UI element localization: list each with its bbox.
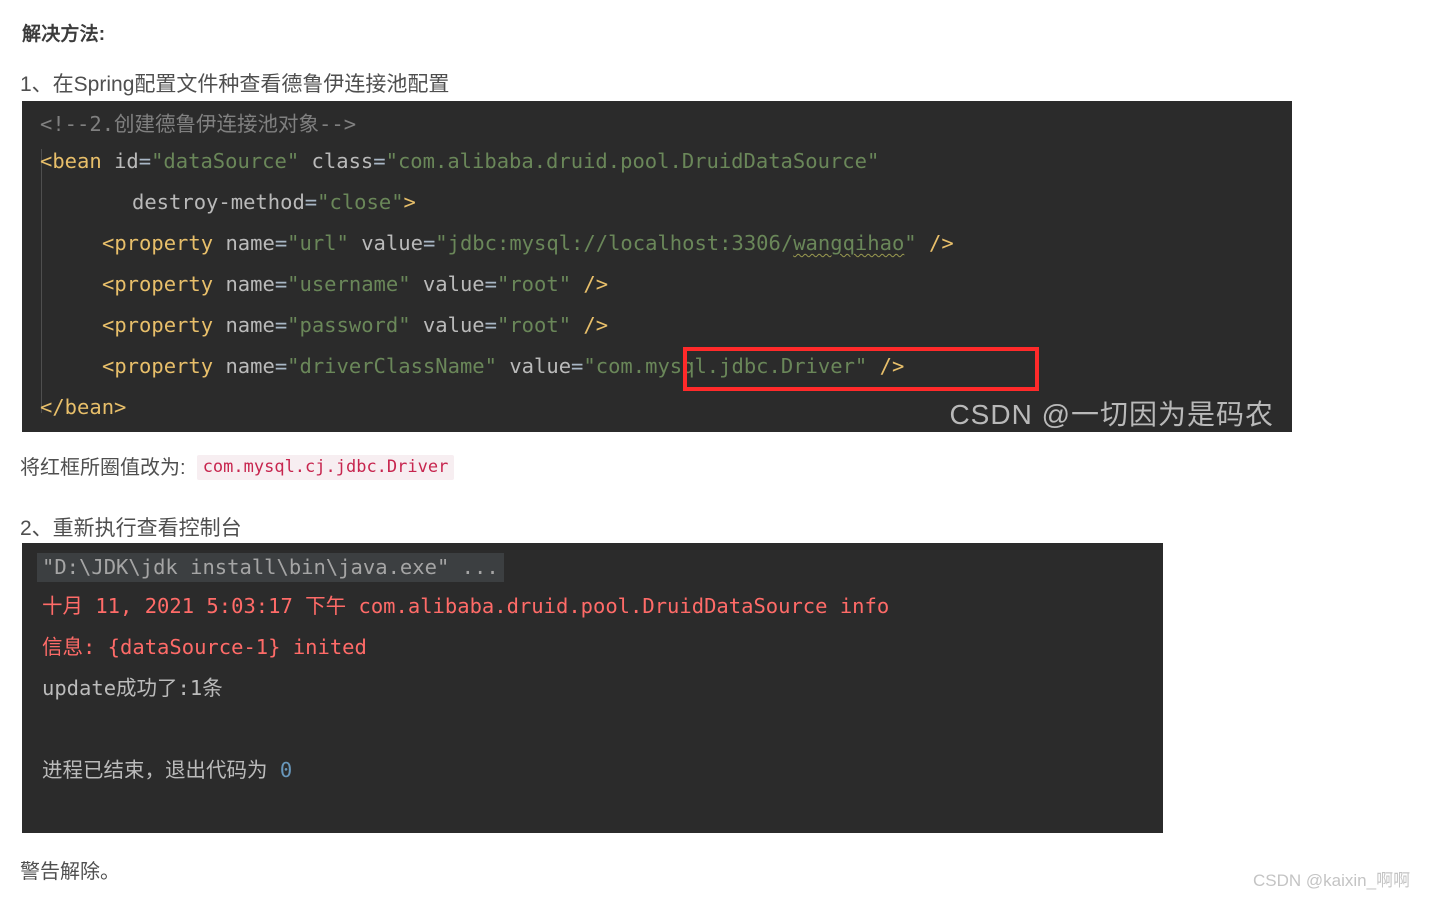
fix-instruction-label: 将红框所圈值改为: <box>20 457 186 479</box>
page-title: 解决方法: <box>22 24 106 45</box>
code-token-equals: = <box>422 231 436 255</box>
code-token-value: "url" <box>287 231 349 255</box>
console-output-block: "D:\JDK\jdk install\bin\java.exe" ... 十月… <box>22 543 1163 833</box>
code-token-tag: </bean> <box>40 395 127 419</box>
step-1-heading: 1、在Spring配置文件种查看德鲁伊连接池配置 <box>20 73 450 96</box>
console-log-line: 信息: {dataSource-1} inited <box>42 635 367 659</box>
code-token-attr: name <box>225 231 275 255</box>
code-token-equals: = <box>373 149 386 173</box>
console-output-line: update成功了:1条 <box>42 676 223 700</box>
code-line: </bean> <box>40 395 126 419</box>
code-token-tag: <property <box>102 272 214 296</box>
code-token-equals: = <box>304 190 318 214</box>
code-line: <bean id="dataSource" class="com.alibaba… <box>40 149 879 173</box>
code-line: <property name="username" value="root" /… <box>102 272 608 296</box>
console-exit-line: 进程已结束，退出代码为 0 <box>42 758 292 782</box>
code-token-equals: = <box>571 354 584 378</box>
code-token-value: "com.alibaba.druid.pool.DruidDataSource" <box>385 149 880 173</box>
code-token-equals: = <box>138 149 152 173</box>
code-block-watermark: CSDN @一切因为是码农 <box>949 399 1274 430</box>
step-2-heading: 2、重新执行查看控制台 <box>20 517 242 540</box>
code-token-attr: class <box>311 149 374 173</box>
code-token-attr: value <box>422 272 485 296</box>
code-token-tag: <property <box>102 354 214 378</box>
conclusion-text: 警告解除。 <box>20 861 120 883</box>
xml-code-block: <!--2.创建德鲁伊连接池对象--> <bean id="dataSource… <box>22 101 1292 432</box>
indent-guide <box>41 149 42 413</box>
code-token-equals: = <box>484 313 497 337</box>
code-token-attr: name <box>225 354 275 378</box>
code-token-value: "password" <box>287 313 411 337</box>
code-token-value: "dataSource" <box>151 149 300 173</box>
code-token-equals: = <box>274 313 288 337</box>
console-exit-label: 进程已结束，退出代码为 <box>42 758 280 782</box>
code-token-value: "root" <box>496 313 572 337</box>
code-token-equals: = <box>274 231 288 255</box>
code-token-tag: <property <box>102 313 214 337</box>
code-token-tag: <bean <box>40 149 102 173</box>
code-line: destroy-method="close"> <box>132 190 416 214</box>
console-exit-code: 0 <box>279 758 293 782</box>
code-line-driver-class-name: <property name="driverClassName" value="… <box>102 354 904 378</box>
fix-inline-code: com.mysql.cj.jdbc.Driver <box>196 455 455 480</box>
code-token-value: "driverClassName" <box>287 354 497 378</box>
code-token-value: "username" <box>287 272 411 296</box>
code-token-attr: id <box>114 149 139 173</box>
fix-instruction-line: 将红框所圈值改为: com.mysql.cj.jdbc.Driver <box>20 451 455 480</box>
code-token-selfclose: /> <box>583 313 609 337</box>
page-watermark: CSDN @kaixin_啊啊 <box>1253 871 1411 890</box>
code-token-attr: value <box>509 354 572 378</box>
code-token-comment: <!--2.创建德鲁伊连接池对象--> <box>40 112 357 136</box>
code-token-selfclose: /> <box>928 231 954 255</box>
code-token-equals: = <box>484 272 497 296</box>
code-token-value-driver: "com.mysql.jdbc.Driver" <box>583 354 868 378</box>
code-token-attr: value <box>361 231 423 255</box>
code-token-equals: = <box>274 272 288 296</box>
code-token-value: "close" <box>317 190 404 214</box>
code-token-attr: value <box>422 313 485 337</box>
code-token-value: "jdbc:mysql://localhost:3306/wangqihao" <box>435 231 917 255</box>
spellcheck-squiggle: wangqihao <box>793 231 905 255</box>
code-token-value: "root" <box>496 272 572 296</box>
code-token-selfclose: /> <box>583 272 609 296</box>
code-token-attr: destroy-method <box>132 190 305 214</box>
console-log-line: 十月 11, 2021 5:03:17 下午 com.alibaba.druid… <box>42 594 890 618</box>
code-token-selfclose: /> <box>879 354 905 378</box>
code-token-close: > <box>403 190 416 214</box>
code-line: <!--2.创建德鲁伊连接池对象--> <box>40 112 356 136</box>
fix-spacer <box>186 457 197 479</box>
code-line: <property name="url" value="jdbc:mysql:/… <box>102 231 954 255</box>
console-command-line: "D:\JDK\jdk install\bin\java.exe" ... <box>37 553 504 582</box>
code-token-attr: name <box>225 272 275 296</box>
code-token-equals: = <box>274 354 288 378</box>
code-token-attr: name <box>225 313 275 337</box>
code-line: <property name="password" value="root" /… <box>102 313 608 337</box>
code-token-tag: <property <box>102 231 214 255</box>
